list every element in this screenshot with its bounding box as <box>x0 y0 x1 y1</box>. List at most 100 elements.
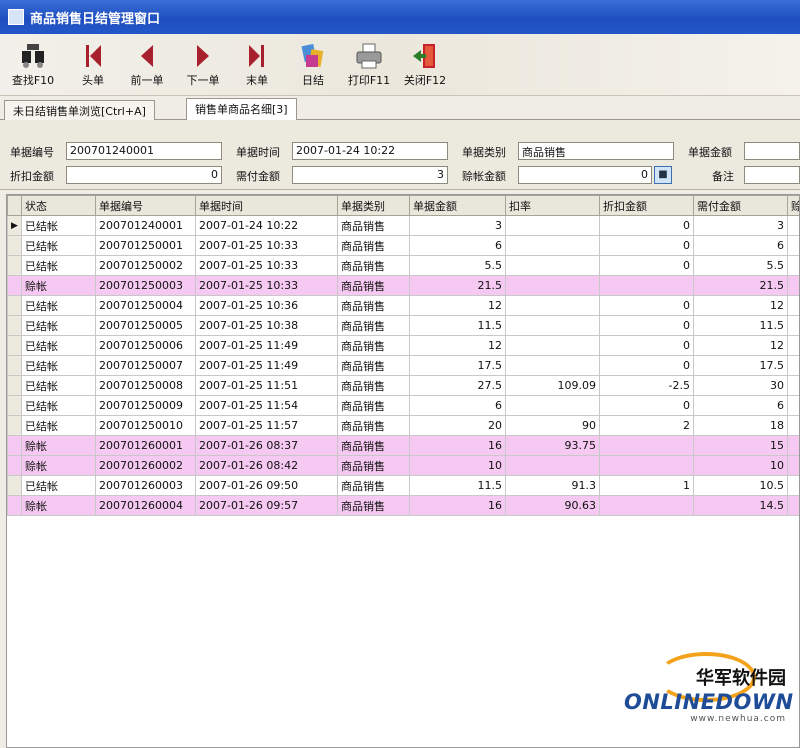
row-selector[interactable] <box>7 275 22 296</box>
cell-amount[interactable]: 17.5 <box>409 355 506 376</box>
cell-discount[interactable] <box>599 455 694 476</box>
cell-credit[interactable] <box>787 435 799 456</box>
row-selector[interactable] <box>7 315 22 336</box>
cell-amount[interactable]: 16 <box>409 495 506 516</box>
cell-discount[interactable] <box>599 275 694 296</box>
cell-type[interactable]: 商品销售 <box>337 415 410 436</box>
cell-discount[interactable]: -2.5 <box>599 375 694 396</box>
cell-discount[interactable]: 1 <box>599 475 694 496</box>
cell-no[interactable]: 200701260004 <box>95 495 196 516</box>
cell-status[interactable]: 已结帐 <box>21 475 96 496</box>
cell-payable[interactable]: 10 <box>693 455 788 476</box>
cell-type[interactable]: 商品销售 <box>337 315 410 336</box>
column-header-doc-type[interactable]: 单据类别 <box>337 195 410 216</box>
cell-discount[interactable] <box>599 435 694 456</box>
next-record-button[interactable]: 下一单 <box>176 40 230 94</box>
cell-payable[interactable]: 21.5 <box>693 275 788 296</box>
cell-no[interactable]: 200701250007 <box>95 355 196 376</box>
table-row[interactable]: 已结帐 200701250006 2007-01-25 11:49 商品销售 12 0 12 <box>7 335 799 356</box>
cell-rate[interactable] <box>505 275 600 296</box>
cell-amount[interactable]: 27.5 <box>409 375 506 396</box>
cell-rate[interactable]: 90 <box>505 415 600 436</box>
cell-status[interactable]: 已结帐 <box>21 355 96 376</box>
cell-time[interactable]: 2007-01-26 08:42 <box>195 455 338 476</box>
cell-discount[interactable]: 0 <box>599 235 694 256</box>
row-selector[interactable] <box>7 375 22 396</box>
remark-field[interactable] <box>744 166 800 184</box>
table-row[interactable]: 赊帐 200701260004 2007-01-26 09:57 商品销售 16 90.6… <box>7 495 799 516</box>
cell-amount[interactable]: 6 <box>409 395 506 416</box>
cell-type[interactable]: 商品销售 <box>337 335 410 356</box>
cell-type[interactable]: 商品销售 <box>337 495 410 516</box>
cell-rate[interactable] <box>505 315 600 336</box>
doc-no-field[interactable]: 200701240001 <box>66 142 222 160</box>
cell-amount[interactable]: 6 <box>409 235 506 256</box>
cell-status[interactable]: 已结帐 <box>21 255 96 276</box>
column-header-payable-amount[interactable]: 需付金额 <box>693 195 788 216</box>
column-header-discount-amount[interactable]: 折扣金额 <box>599 195 694 216</box>
cell-type[interactable]: 商品销售 <box>337 295 410 316</box>
doc-time-field[interactable]: 2007-01-24 10:22 <box>292 142 448 160</box>
cell-payable[interactable]: 6 <box>693 235 788 256</box>
cell-rate[interactable] <box>505 335 600 356</box>
column-header-doc-amount[interactable]: 单据金额 <box>409 195 506 216</box>
cell-credit[interactable] <box>787 395 799 416</box>
cell-status[interactable]: 已结帐 <box>21 415 96 436</box>
cell-rate[interactable] <box>505 455 600 476</box>
cell-type[interactable]: 商品销售 <box>337 235 410 256</box>
column-header-status[interactable]: 状态 <box>21 195 96 216</box>
row-selector[interactable] <box>7 415 22 436</box>
cell-credit[interactable] <box>787 215 799 236</box>
table-row[interactable]: 已结帐 200701250002 2007-01-25 10:33 商品销售 5.5 0 5… <box>7 255 799 276</box>
cell-discount[interactable]: 0 <box>599 255 694 276</box>
cell-type[interactable]: 商品销售 <box>337 455 410 476</box>
cell-rate[interactable]: 90.63 <box>505 495 600 516</box>
cell-time[interactable]: 2007-01-25 11:54 <box>195 395 338 416</box>
cell-discount[interactable]: 0 <box>599 335 694 356</box>
credit-field[interactable]: 0 <box>518 166 652 184</box>
cell-status[interactable]: 已结帐 <box>21 315 96 336</box>
table-row[interactable]: 赊帐 200701260001 2007-01-26 08:37 商品销售 16 93.7… <box>7 435 799 456</box>
cell-amount[interactable]: 12 <box>409 295 506 316</box>
first-record-button[interactable]: 头单 <box>66 40 120 94</box>
cell-type[interactable]: 商品销售 <box>337 475 410 496</box>
print-button[interactable]: 打印F11 <box>342 40 396 94</box>
cell-rate[interactable]: 91.3 <box>505 475 600 496</box>
table-row[interactable]: ▶ 已结帐 200701240001 2007-01-24 10:22 商品销售 3 0 3 <box>7 215 799 236</box>
cell-no[interactable]: 200701260002 <box>95 455 196 476</box>
cell-amount[interactable]: 5.5 <box>409 255 506 276</box>
table-row[interactable]: 已结帐 200701250007 2007-01-25 11:49 商品销售 17.5 0… <box>7 355 799 376</box>
cell-status[interactable]: 已结帐 <box>21 235 96 256</box>
cell-payable[interactable]: 12 <box>693 295 788 316</box>
table-row[interactable]: 已结帐 200701250005 2007-01-25 10:38 商品销售 11.5 0… <box>7 315 799 336</box>
cell-amount[interactable]: 11.5 <box>409 475 506 496</box>
cell-credit[interactable] <box>787 235 799 256</box>
cell-discount[interactable]: 2 <box>599 415 694 436</box>
cell-no[interactable]: 200701250009 <box>95 395 196 416</box>
cell-amount[interactable]: 21.5 <box>409 275 506 296</box>
cell-status[interactable]: 已结帐 <box>21 395 96 416</box>
cell-rate[interactable] <box>505 355 600 376</box>
discount-field[interactable]: 0 <box>66 166 222 184</box>
cell-amount[interactable]: 12 <box>409 335 506 356</box>
table-row[interactable]: 赊帐 200701260002 2007-01-26 08:42 商品销售 10 10 <box>7 455 799 476</box>
cell-time[interactable]: 2007-01-25 11:51 <box>195 375 338 396</box>
table-row[interactable]: 已结帐 200701250008 2007-01-25 11:51 商品销售 27.5 1… <box>7 375 799 396</box>
column-header-discount-rate[interactable]: 扣率 <box>505 195 600 216</box>
cell-amount[interactable]: 11.5 <box>409 315 506 336</box>
cell-status[interactable]: 赊帐 <box>21 275 96 296</box>
cell-amount[interactable]: 10 <box>409 455 506 476</box>
cell-time[interactable]: 2007-01-26 08:37 <box>195 435 338 456</box>
cell-no[interactable]: 200701250006 <box>95 335 196 356</box>
cell-payable[interactable]: 3 <box>693 215 788 236</box>
cell-time[interactable]: 2007-01-25 10:36 <box>195 295 338 316</box>
tab-sales-item-detail[interactable]: 销售单商品名细[3] <box>186 98 297 120</box>
cell-status[interactable]: 已结帐 <box>21 215 96 236</box>
cell-no[interactable]: 200701260001 <box>95 435 196 456</box>
cell-type[interactable]: 商品销售 <box>337 215 410 236</box>
cell-credit[interactable] <box>787 375 799 396</box>
row-selector[interactable] <box>7 355 22 376</box>
cell-type[interactable]: 商品销售 <box>337 275 410 296</box>
cell-amount[interactable]: 16 <box>409 435 506 456</box>
row-selector[interactable] <box>7 435 22 456</box>
